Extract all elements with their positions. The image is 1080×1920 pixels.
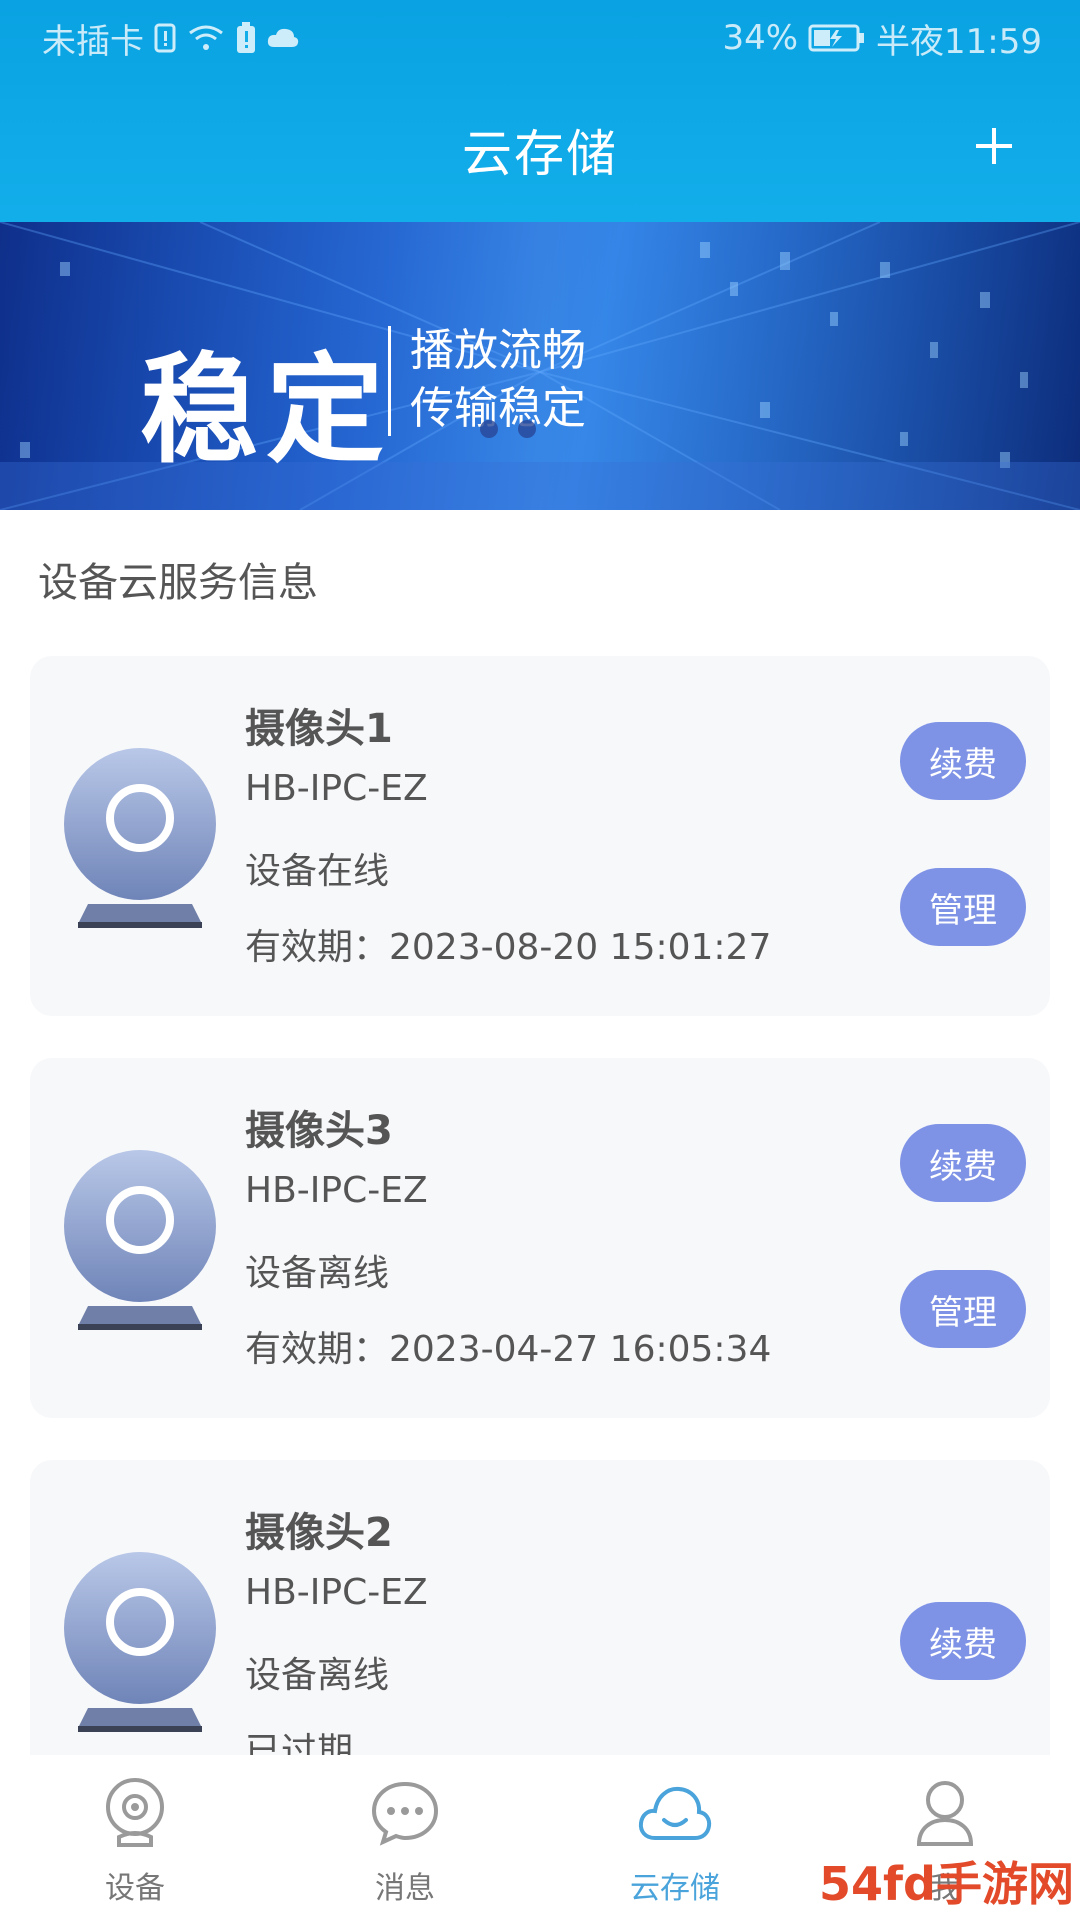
- cloud-status-icon: [266, 27, 300, 49]
- chat-icon: [365, 1773, 445, 1853]
- add-button[interactable]: [964, 116, 1024, 176]
- pagination-dot[interactable]: [480, 420, 498, 438]
- status-bar: 未插卡 34% 半夜11:59: [0, 0, 1080, 76]
- pagination-dot[interactable]: [518, 420, 536, 438]
- manage-button[interactable]: 管理: [900, 1270, 1026, 1348]
- cloud-icon: [635, 1773, 715, 1853]
- renew-button[interactable]: 续费: [900, 1602, 1026, 1680]
- user-icon: [905, 1773, 985, 1853]
- banner-pagination: [480, 420, 536, 438]
- renew-button[interactable]: 续费: [900, 1124, 1026, 1202]
- battery-percent: 34%: [722, 18, 799, 58]
- device-model: HB-IPC-EZ: [245, 768, 428, 809]
- wifi-icon: [186, 23, 226, 53]
- device-expiry: 有效期：2023-04-27 16:05:34: [245, 1329, 772, 1370]
- camera-device-icon: [64, 1552, 216, 1732]
- camera-device-icon: [64, 748, 216, 928]
- camera-icon: [95, 1773, 175, 1853]
- device-model: HB-IPC-EZ: [245, 1170, 428, 1211]
- site-watermark: 54fd手游网: [819, 1857, 1074, 1911]
- device-card[interactable]: 摄像头3 HB-IPC-EZ 设备离线 有效期：2023-04-27 16:05…: [30, 1058, 1050, 1418]
- battery-charging-icon: [808, 24, 866, 52]
- section-title: 设备云服务信息: [38, 560, 318, 606]
- device-status: 设备离线: [245, 1253, 390, 1294]
- app-header: 未插卡 34% 半夜11:59 云存储: [0, 0, 1080, 222]
- promo-banner[interactable]: 稳定 播放流畅 传输稳定: [0, 222, 1080, 510]
- device-name: 摄像头1: [245, 706, 393, 752]
- tab-messages[interactable]: 消息: [270, 1755, 540, 1920]
- tab-cloud-storage[interactable]: 云存储: [540, 1755, 810, 1920]
- sim-alert-icon: [154, 23, 176, 53]
- device-status: 设备离线: [245, 1655, 390, 1696]
- battery-alert-icon: [236, 22, 256, 54]
- banner-divider: [388, 326, 391, 436]
- device-status: 设备在线: [245, 851, 390, 892]
- clock: 半夜11:59: [876, 21, 1042, 62]
- device-expiry: 有效期：2023-08-20 15:01:27: [245, 927, 772, 968]
- device-name: 摄像头3: [245, 1108, 393, 1154]
- renew-button[interactable]: 续费: [900, 722, 1026, 800]
- tab-label: 云存储: [630, 1871, 720, 1906]
- tab-devices[interactable]: 设备: [0, 1755, 270, 1920]
- device-card[interactable]: 摄像头1 HB-IPC-EZ 设备在线 有效期：2023-08-20 15:01…: [30, 656, 1050, 1016]
- tab-label: 设备: [105, 1871, 165, 1906]
- carrier-label: 未插卡: [42, 21, 144, 62]
- camera-device-icon: [64, 1150, 216, 1330]
- banner-headline: 稳定: [140, 341, 393, 479]
- tab-label: 消息: [375, 1871, 435, 1906]
- banner-subtext-line1: 播放流畅: [410, 325, 586, 376]
- page-title: 云存储: [462, 125, 618, 183]
- plus-icon: [976, 128, 1012, 164]
- device-name: 摄像头2: [245, 1510, 393, 1556]
- device-model: HB-IPC-EZ: [245, 1572, 428, 1613]
- manage-button[interactable]: 管理: [900, 868, 1026, 946]
